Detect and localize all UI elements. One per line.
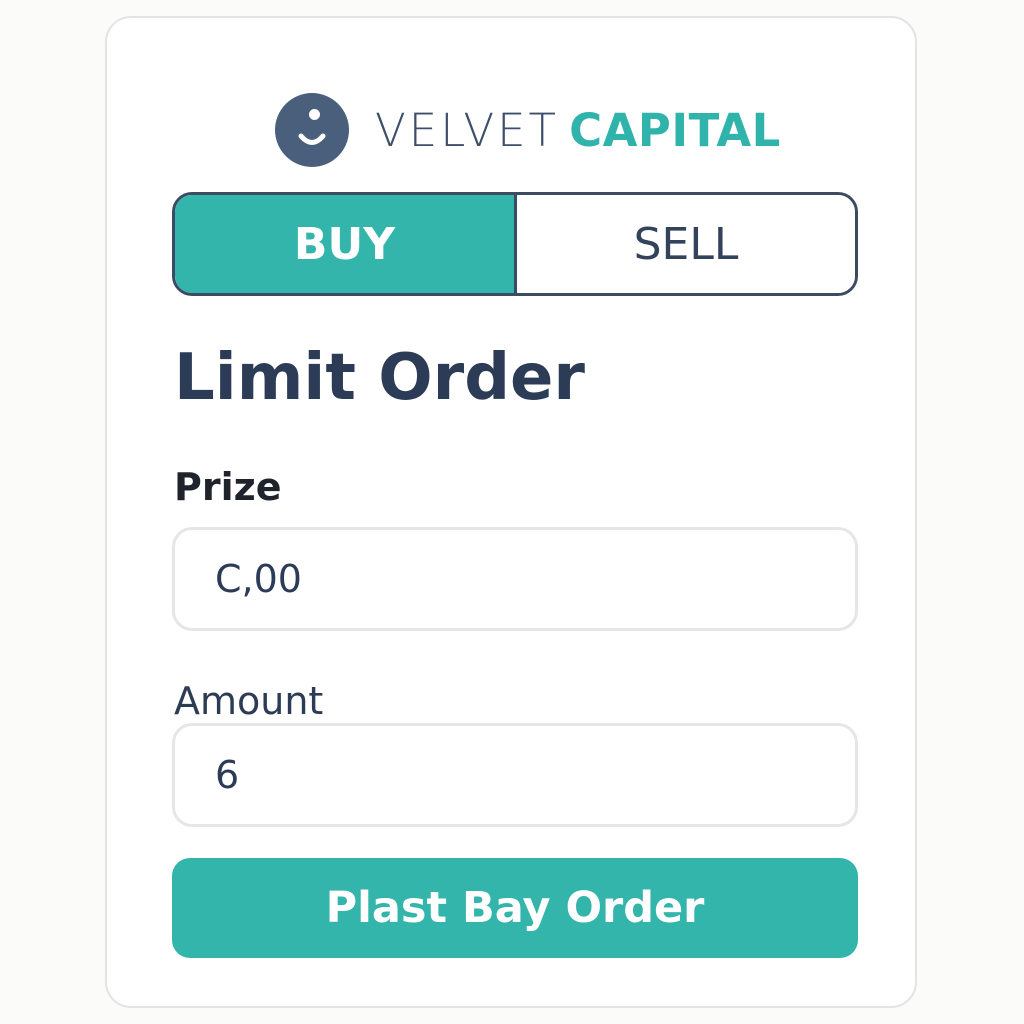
brand-header: VELVET CAPITAL bbox=[275, 75, 781, 185]
order-card: VELVET CAPITAL BUY SELL Limit Order Prize… bbox=[105, 16, 917, 1008]
amount-label: Amount bbox=[174, 679, 324, 723]
buy-tab[interactable]: BUY bbox=[175, 195, 514, 293]
price-input[interactable] bbox=[172, 527, 858, 631]
order-type-title: Limit Order bbox=[174, 341, 585, 415]
smiley-face-icon bbox=[275, 93, 349, 167]
price-label: Prize bbox=[174, 465, 282, 509]
brand-name-primary: VELVET bbox=[375, 103, 560, 157]
buy-sell-toggle: BUY SELL bbox=[172, 192, 858, 296]
brand-name-accent: CAPITAL bbox=[569, 103, 781, 157]
sell-tab[interactable]: SELL bbox=[514, 195, 855, 293]
place-buy-order-button[interactable]: Plast Bay Order bbox=[172, 858, 858, 958]
brand-name: VELVET CAPITAL bbox=[375, 108, 781, 153]
amount-input[interactable] bbox=[172, 723, 858, 827]
